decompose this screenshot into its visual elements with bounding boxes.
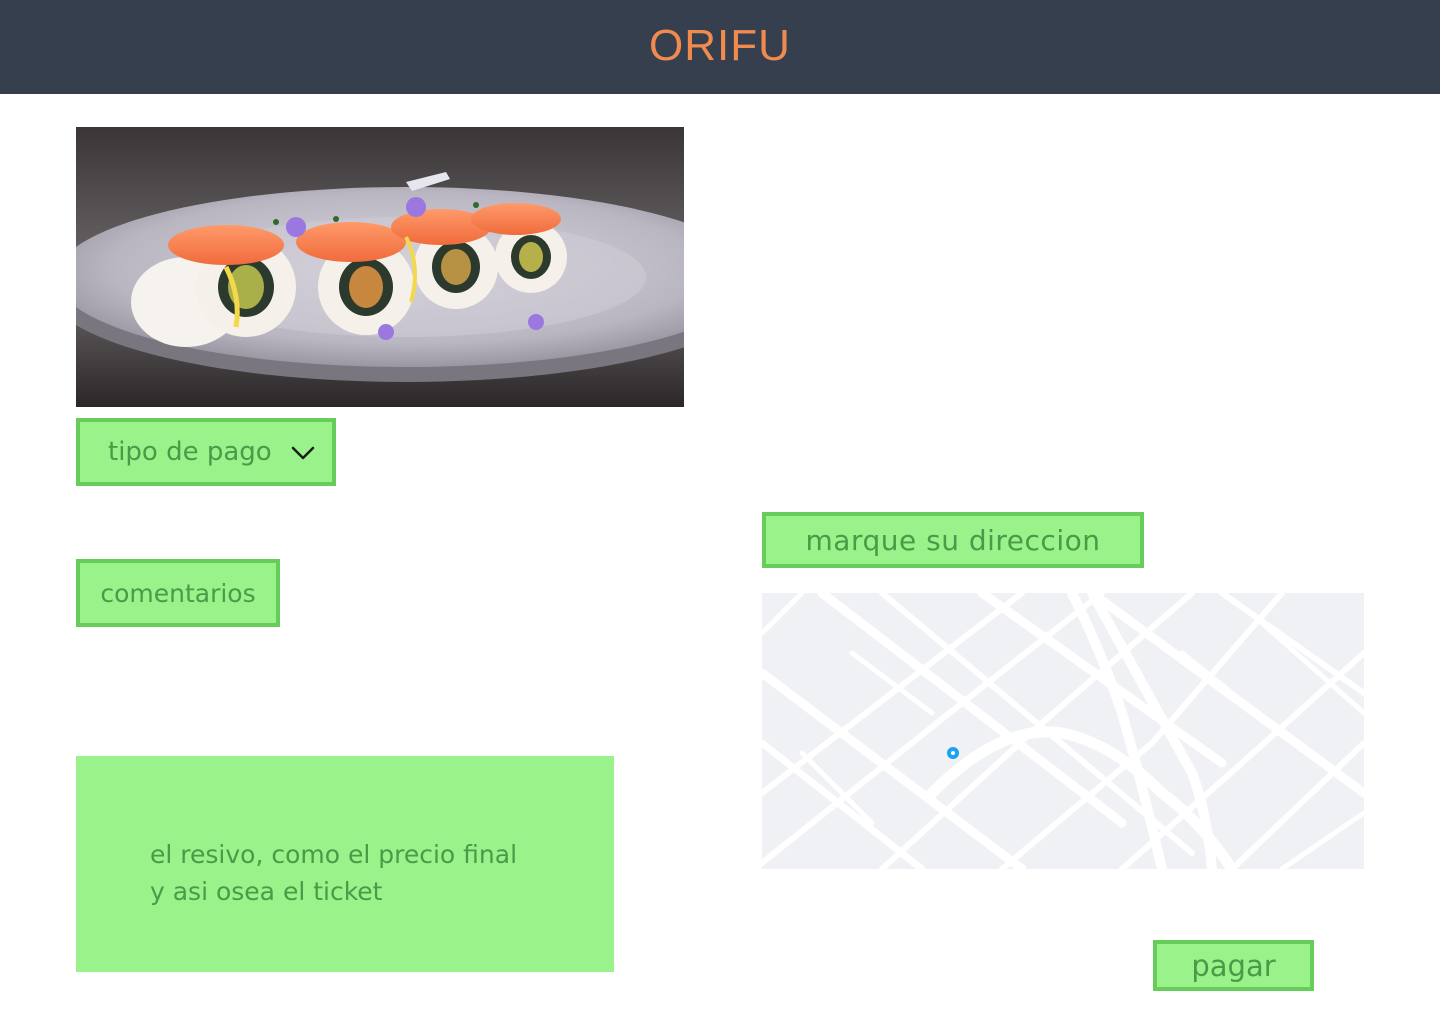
address-map[interactable] (762, 593, 1364, 869)
sushi-hero-image (76, 127, 684, 407)
receipt-panel: el resivo, como el precio final y asi os… (76, 756, 614, 972)
pay-label: pagar (1191, 948, 1276, 983)
pay-button[interactable]: pagar (1153, 940, 1314, 991)
address-label: marque su direccion (805, 523, 1101, 557)
receipt-line-1: el resivo, como el precio final (150, 840, 518, 869)
brand-title: ORIFU (649, 21, 791, 70)
receipt-line-2: y asi osea el ticket (150, 877, 383, 906)
comments-button[interactable]: comentarios (76, 559, 280, 627)
payment-type-select[interactable]: tipo de pago (76, 418, 336, 486)
payment-type-label: tipo de pago (108, 437, 272, 467)
comments-label: comentarios (100, 578, 256, 608)
chevron-down-icon (291, 446, 315, 460)
app-header: ORIFU (0, 0, 1440, 94)
address-button[interactable]: marque su direccion (762, 512, 1144, 568)
